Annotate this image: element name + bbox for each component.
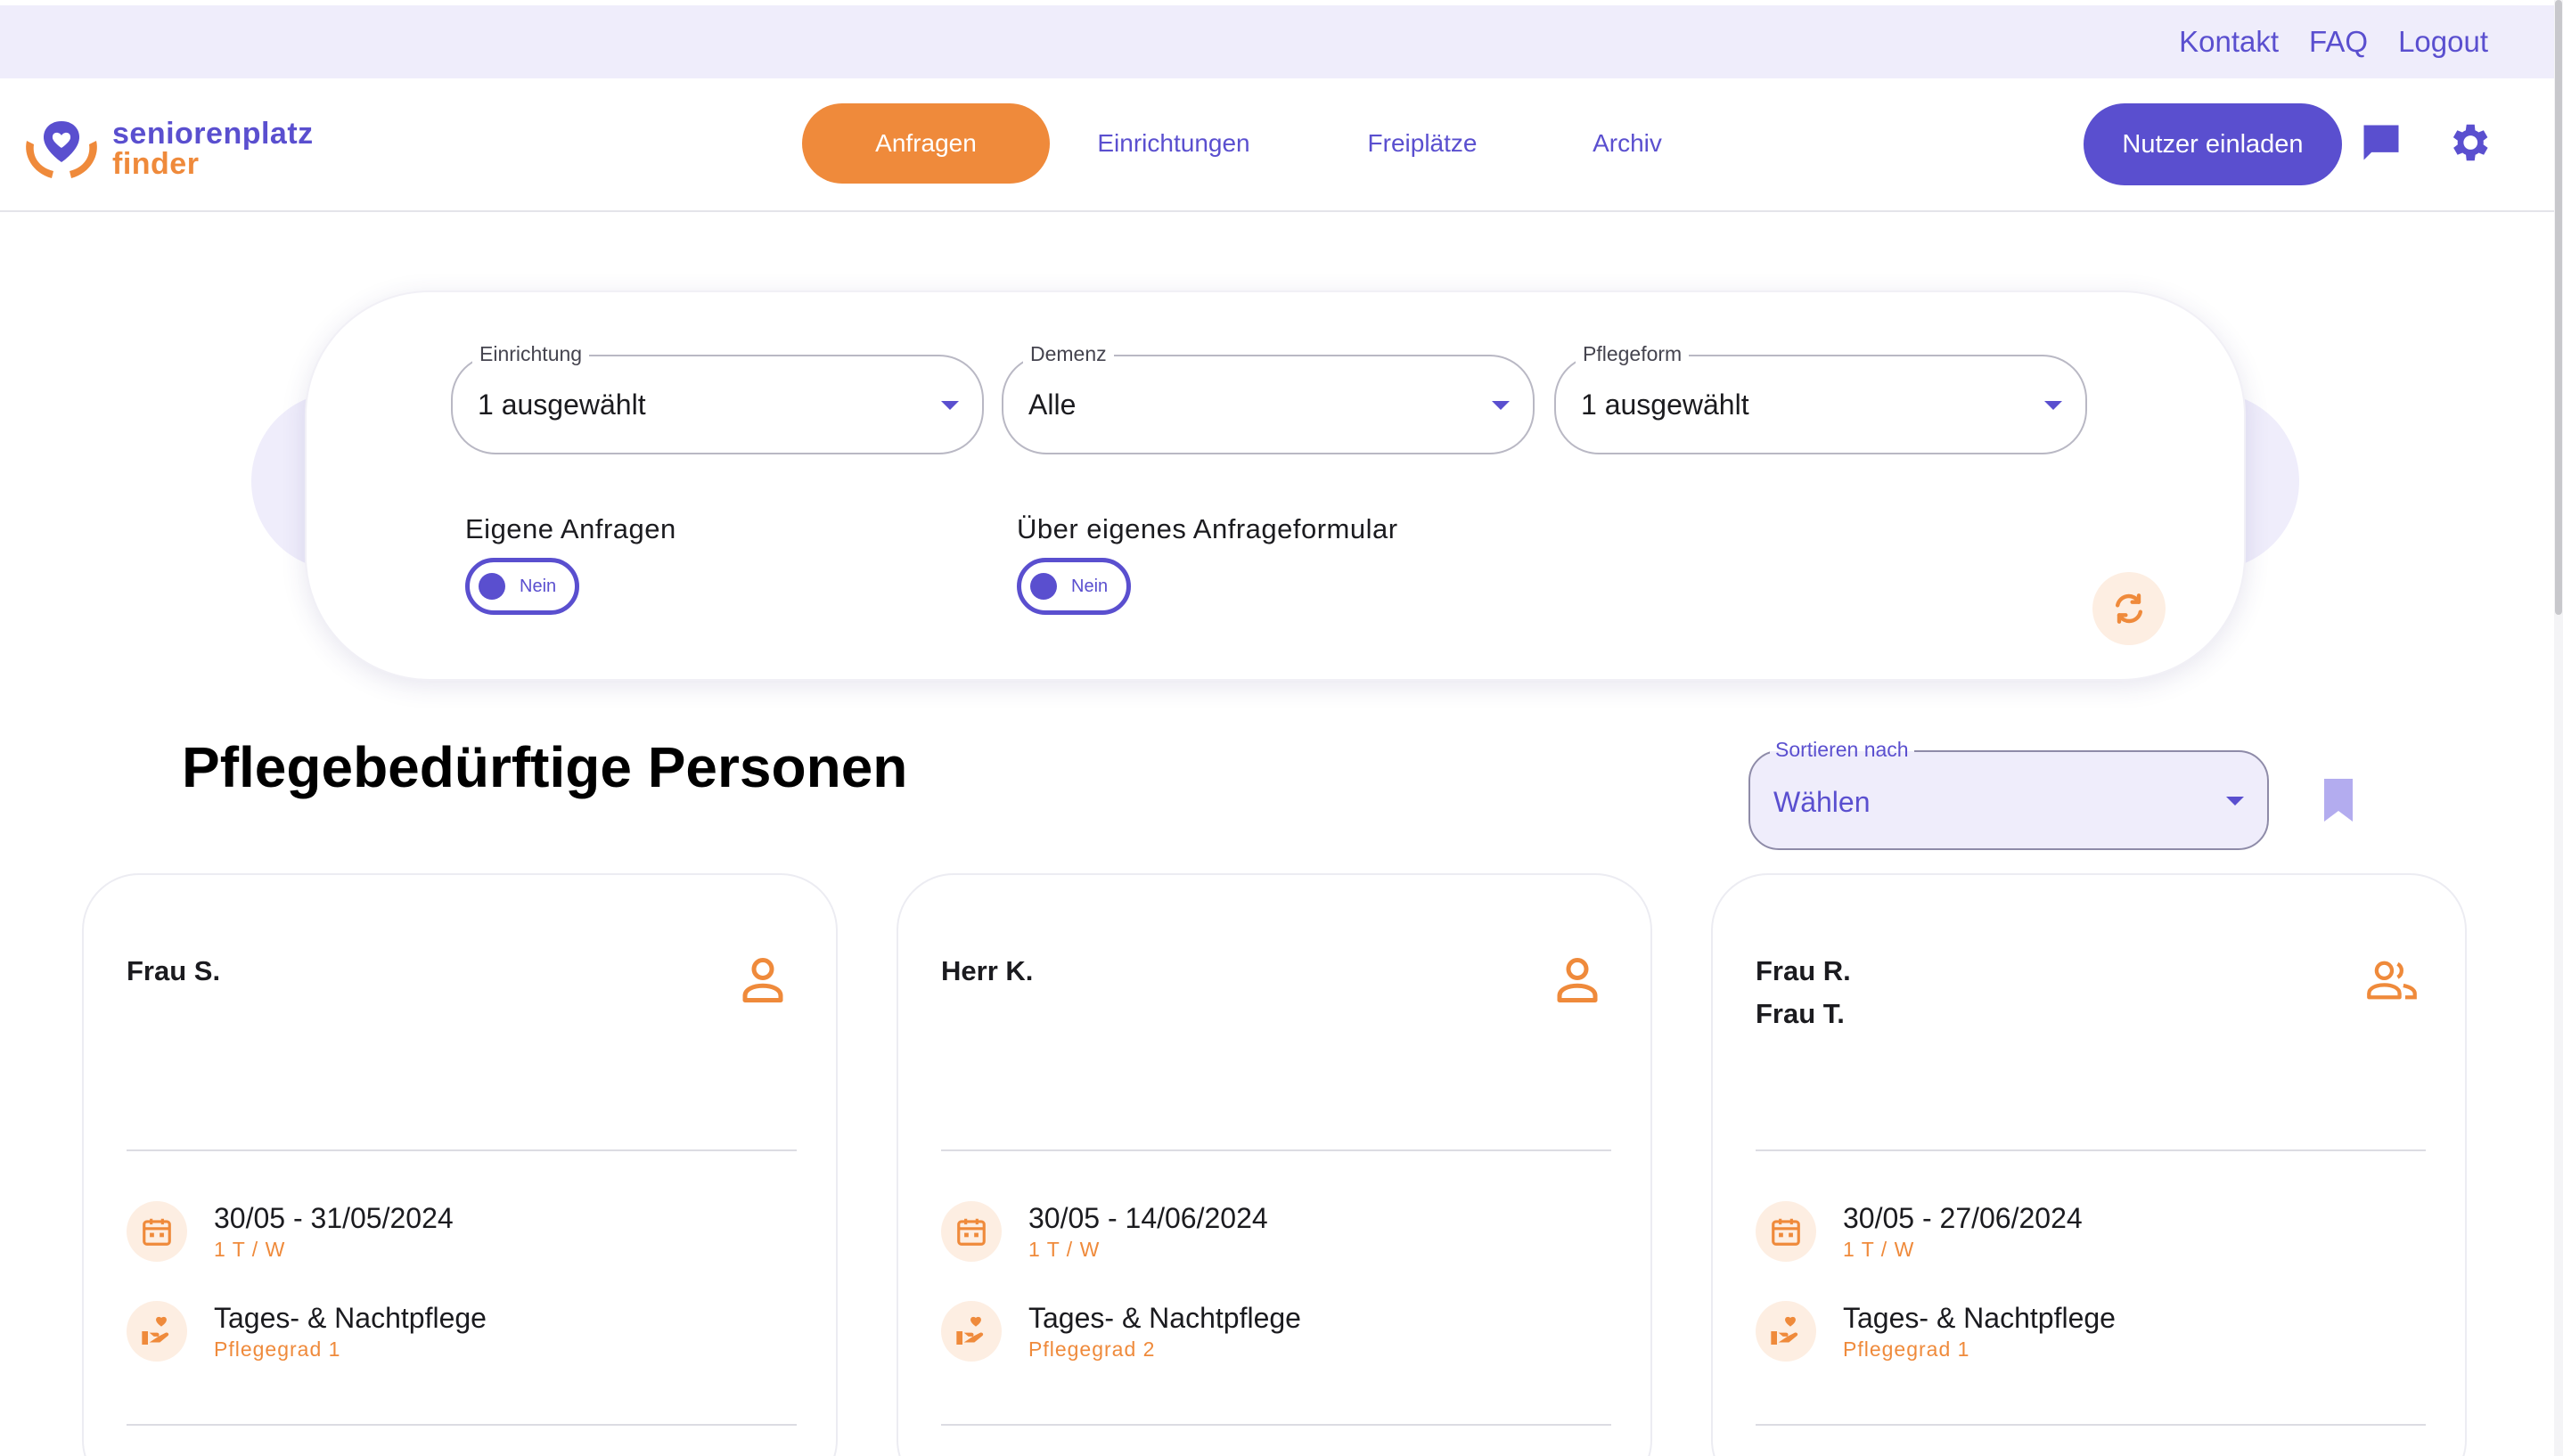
frequency: 1 T / W <box>1028 1238 1101 1261</box>
care-hand-heart-icon <box>127 1301 187 1362</box>
care-type: Tages- & Nachtpflege <box>1028 1302 1301 1334</box>
einrichtung-value: 1 ausgewählt <box>478 389 646 421</box>
chevron-down-icon <box>941 401 959 410</box>
card-divider <box>127 1149 797 1151</box>
refresh-icon <box>2115 593 2143 624</box>
toggle-knob <box>1030 573 1057 600</box>
person-card[interactable]: Frau S. 30/05 - 31/05/2024 1 T / W Tages… <box>82 873 838 1456</box>
toggle-knob <box>479 573 505 600</box>
demenz-select[interactable]: Demenz Alle <box>1002 342 1535 454</box>
card-divider <box>1756 1149 2426 1151</box>
date-range: 30/05 - 27/06/2024 <box>1843 1202 2083 1234</box>
logo-hands-heart-icon <box>26 121 97 178</box>
person-name-second: Frau T. <box>1756 998 1845 1029</box>
chevron-down-icon <box>2226 797 2244 806</box>
bookmark-icon[interactable] <box>2321 777 2356 823</box>
person-card[interactable]: Frau R. Frau T. 30/05 - 27/06/2024 1 T /… <box>1711 873 2467 1456</box>
einrichtung-select[interactable]: Einrichtung 1 ausgewählt <box>451 342 984 454</box>
people-icon <box>2367 961 2417 1000</box>
sort-select[interactable]: Sortieren nach Wählen <box>1748 738 2269 850</box>
page: Kontakt FAQ Logout seniorenplatz finder … <box>0 0 2563 1456</box>
demenz-value: Alle <box>1028 389 1077 421</box>
date-row: 30/05 - 31/05/2024 1 T / W <box>127 1201 454 1264</box>
settings-button[interactable] <box>2444 118 2493 168</box>
date-row: 30/05 - 14/06/2024 1 T / W <box>941 1201 1268 1264</box>
date-range: 30/05 - 31/05/2024 <box>214 1202 454 1234</box>
main-nav: Anfragen Einrichtungen Freiplätze Archiv <box>802 103 1707 184</box>
top-utility-bar: Kontakt FAQ Logout <box>0 5 2554 78</box>
person-names: Frau R. Frau T. <box>1756 950 1851 1035</box>
date-range: 30/05 - 14/06/2024 <box>1028 1202 1268 1234</box>
chat-button[interactable] <box>2356 118 2406 168</box>
pflegeform-select[interactable]: Pflegeform 1 ausgewählt <box>1554 342 2087 454</box>
care-level: Pflegegrad 2 <box>1028 1337 1156 1361</box>
logout-link[interactable]: Logout <box>2398 25 2488 59</box>
nav-tab-anfragen[interactable]: Anfragen <box>802 103 1050 184</box>
reset-filters-button[interactable] <box>2092 572 2166 645</box>
logo-text: seniorenplatz finder <box>112 119 314 179</box>
anfrageformular-toggle[interactable]: Nein <box>1017 558 1131 615</box>
card-divider <box>1756 1424 2426 1426</box>
card-divider <box>127 1424 797 1426</box>
care-row: Tages- & Nachtpflege Pflegegrad 1 <box>127 1301 487 1363</box>
faq-link[interactable]: FAQ <box>2309 25 2368 59</box>
care-type: Tages- & Nachtpflege <box>214 1302 487 1334</box>
calendar-icon <box>941 1201 1002 1262</box>
main-header: seniorenplatz finder Anfragen Einrichtun… <box>0 78 2554 212</box>
calendar-icon <box>127 1201 187 1262</box>
chevron-down-icon <box>2044 401 2062 410</box>
person-card[interactable]: Herr K. 30/05 - 14/06/2024 1 T / W Tages… <box>897 873 1652 1456</box>
frequency: 1 T / W <box>1843 1238 1915 1261</box>
scrollbar-thumb[interactable] <box>2555 0 2562 615</box>
nav-tab-archiv[interactable]: Archiv <box>1547 103 1707 184</box>
chevron-down-icon <box>1492 401 1510 410</box>
care-row: Tages- & Nachtpflege Pflegegrad 1 <box>1756 1301 2116 1363</box>
demenz-label: Demenz <box>1023 342 1114 366</box>
eigene-anfragen-label: Eigene Anfragen <box>465 513 676 544</box>
calendar-icon <box>1756 1201 1816 1262</box>
care-level: Pflegegrad 1 <box>1843 1337 1970 1361</box>
person-name: Frau R. <box>1756 955 1851 986</box>
logo-line-2: finder <box>112 147 200 181</box>
kontakt-link[interactable]: Kontakt <box>2179 25 2279 59</box>
toggle-state-label: Nein <box>1071 577 1109 596</box>
care-hand-heart-icon <box>941 1301 1002 1362</box>
chat-icon <box>2363 125 2399 160</box>
date-row: 30/05 - 27/06/2024 1 T / W <box>1756 1201 2083 1264</box>
pflegeform-value: 1 ausgewählt <box>1581 389 1749 421</box>
toggle-state-label: Nein <box>520 577 557 596</box>
card-divider <box>941 1424 1611 1426</box>
sort-value: Wählen <box>1773 786 1871 818</box>
filter-panel <box>305 290 2246 681</box>
sort-label: Sortieren nach <box>1770 738 1914 762</box>
care-level: Pflegegrad 1 <box>214 1337 341 1361</box>
gear-icon <box>2452 124 2488 161</box>
person-icon <box>742 958 783 1002</box>
care-type: Tages- & Nachtpflege <box>1843 1302 2116 1334</box>
einrichtung-label: Einrichtung <box>472 342 590 366</box>
pflegeform-label: Pflegeform <box>1576 342 1690 366</box>
invite-user-button[interactable]: Nutzer einladen <box>2084 103 2342 185</box>
eigene-anfragen-toggle[interactable]: Nein <box>465 558 579 615</box>
page-title: Pflegebedürftige Personen <box>182 735 908 799</box>
nav-tab-freiplaetze[interactable]: Freiplätze <box>1298 103 1547 184</box>
person-name: Herr K. <box>941 955 1034 986</box>
person-name: Frau S. <box>127 955 221 986</box>
care-row: Tages- & Nachtpflege Pflegegrad 2 <box>941 1301 1301 1363</box>
logo[interactable]: seniorenplatz finder <box>21 116 314 182</box>
nav-tab-einrichtungen[interactable]: Einrichtungen <box>1050 103 1298 184</box>
frequency: 1 T / W <box>214 1238 286 1261</box>
logo-line-1: seniorenplatz <box>112 117 314 151</box>
anfrageformular-label: Über eigenes Anfrageformular <box>1017 513 1398 544</box>
care-hand-heart-icon <box>1756 1301 1816 1362</box>
card-divider <box>941 1149 1611 1151</box>
person-icon <box>1557 958 1598 1002</box>
